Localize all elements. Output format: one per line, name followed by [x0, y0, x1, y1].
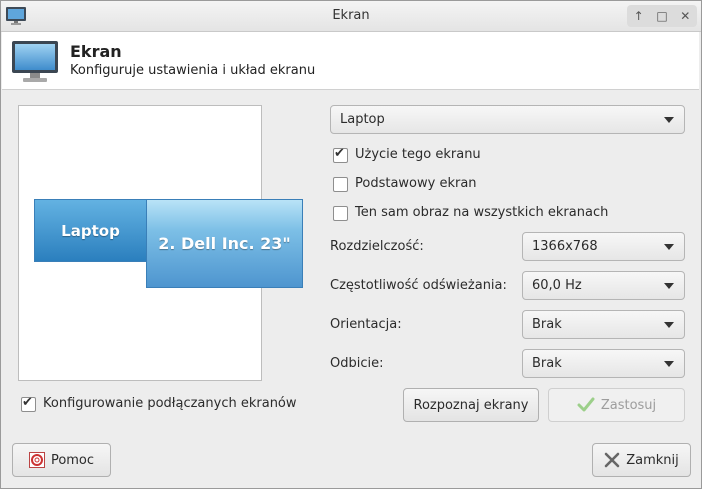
close-label: Zamknij [626, 452, 679, 468]
reflection-label: Odbicie: [330, 356, 384, 371]
page-title: Ekran [70, 42, 122, 61]
apply-label: Zastosuj [600, 397, 657, 413]
output-select[interactable]: Laptop [330, 105, 685, 134]
page-subtitle: Konfiguruje ustawienia i układ ekranu [70, 63, 316, 78]
orientation-select[interactable]: Brak [522, 310, 685, 339]
primary-display-label: Podstawowy ekran [355, 176, 477, 191]
mirror-displays-label: Ten sam obraz na wszystkich ekranach [355, 205, 609, 220]
maximize-icon[interactable]: □ [653, 7, 671, 25]
chevron-down-icon [664, 244, 674, 250]
help-label: Pomoc [50, 452, 95, 468]
checkbox-box[interactable]: ✔ [21, 395, 36, 412]
display-layout-preview: Laptop 2. Dell Inc. 23" [18, 105, 303, 381]
display-icon [12, 41, 58, 82]
apply-button[interactable]: Zastosuj [548, 388, 685, 422]
identify-displays-button[interactable]: Rozpoznaj ekrany [403, 388, 539, 422]
chevron-down-icon [664, 117, 674, 123]
auto-configure-label: Konfigurowanie podłączanych ekranów [43, 396, 297, 411]
check-icon: ✔ [334, 146, 345, 161]
reflection-value: Brak [532, 356, 562, 371]
refresh-rate-value: 60,0 Hz [532, 278, 582, 293]
orientation-label: Orientacja: [330, 317, 402, 332]
close-window-icon[interactable]: ✕ [676, 7, 694, 25]
chevron-down-icon [664, 322, 674, 328]
resolution-select[interactable]: 1366x768 [522, 232, 685, 261]
resolution-label: Rozdzielczość: [330, 239, 424, 254]
orientation-value: Brak [532, 317, 562, 332]
refresh-rate-select[interactable]: 60,0 Hz [522, 271, 685, 300]
window-title: Ekran [332, 8, 370, 23]
output-select-value: Laptop [340, 112, 385, 127]
x-icon [604, 452, 620, 468]
use-display-label: Użycie tego ekranu [355, 147, 481, 162]
title-bar: Ekran ↑ □ ✕ [1, 1, 701, 32]
resolution-value: 1366x768 [532, 239, 598, 254]
lifebuoy-icon [28, 452, 45, 468]
window-up-icon[interactable]: ↑ [630, 7, 648, 25]
monitor-dell[interactable]: 2. Dell Inc. 23" [146, 199, 303, 288]
refresh-rate-label: Częstotliwość odświeżania: [330, 278, 507, 293]
identify-displays-label: Rozpoznaj ekrany [413, 397, 529, 413]
reflection-select[interactable]: Brak [522, 349, 685, 378]
checkbox-box[interactable] [333, 206, 348, 221]
checkbox-box[interactable]: ✔ [333, 146, 348, 163]
chevron-down-icon [664, 361, 674, 367]
window-controls: ↑ □ ✕ [627, 5, 697, 27]
display-settings-window: Ekran ↑ □ ✕ Ekran Konfiguruje ustawienia… [0, 0, 702, 489]
checkbox-box[interactable] [333, 177, 348, 192]
help-button[interactable]: Pomoc [12, 443, 111, 477]
close-button[interactable]: Zamknij [592, 443, 691, 477]
chevron-down-icon [664, 283, 674, 289]
dialog-header: Ekran Konfiguruje ustawienia i układ ekr… [2, 32, 699, 90]
check-icon: ✔ [22, 395, 33, 410]
checkmark-icon [577, 397, 595, 412]
monitor-laptop[interactable]: Laptop [34, 199, 147, 262]
